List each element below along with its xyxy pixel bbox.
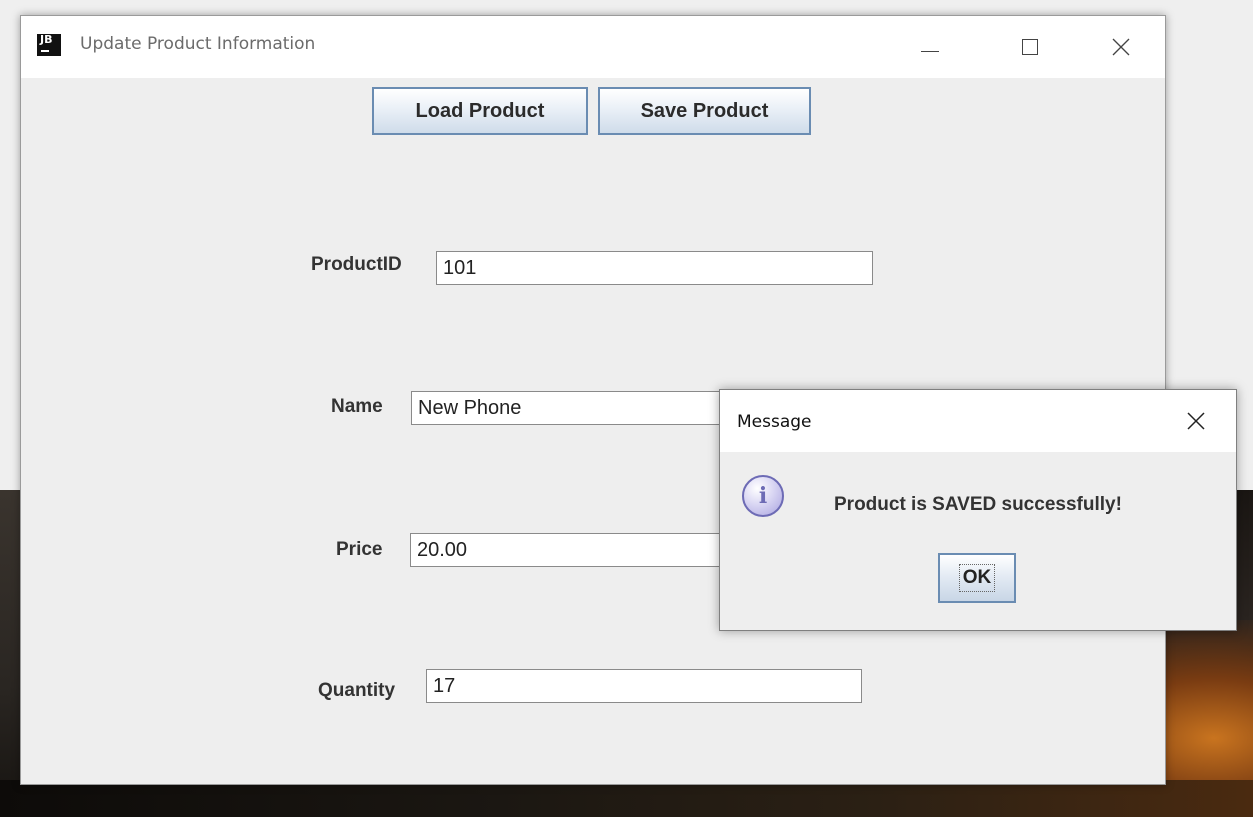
product-id-field[interactable]: 101 [436,251,873,285]
dialog-close-button[interactable] [1176,404,1216,438]
info-icon: i [742,475,784,517]
ok-button-label: OK [958,564,996,592]
quantity-label: Quantity [318,680,396,701]
minimize-icon [921,50,939,52]
close-icon [1187,412,1205,430]
app-icon[interactable]: JB [37,34,61,56]
minimize-button[interactable] [900,16,960,78]
name-label: Name [331,396,383,417]
close-button[interactable] [1091,16,1151,78]
product-id-label: ProductID [311,254,402,275]
save-product-button[interactable]: Save Product [598,87,811,135]
window-titlebar[interactable]: JB Update Product Information [21,16,1165,78]
desktop-wallpaper-bottom [0,780,1253,817]
maximize-button[interactable] [1000,16,1060,78]
price-label: Price [336,539,383,560]
quantity-field[interactable]: 17 [426,669,862,703]
load-product-button[interactable]: Load Product [372,87,588,135]
app-icon-text: JB [40,33,53,46]
desktop-wallpaper-left [0,490,22,817]
app-icon-bar [41,50,49,52]
dialog-titlebar[interactable]: Message [720,390,1236,452]
ok-button[interactable]: OK [938,553,1016,603]
message-dialog: Message i Product is SAVED successfully!… [719,389,1237,631]
dialog-title: Message [737,412,812,432]
window-title: Update Product Information [80,34,316,54]
maximize-icon [1022,39,1038,55]
dialog-message: Product is SAVED successfully! [834,494,1122,515]
close-icon [1112,38,1130,56]
